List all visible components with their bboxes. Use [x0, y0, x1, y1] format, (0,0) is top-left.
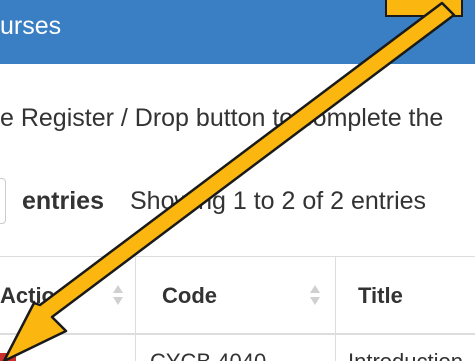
table-cell-title: Introduction [336, 335, 475, 361]
sort-icon [310, 285, 320, 307]
entries-label: entries [22, 187, 104, 215]
page: urses e Register / Drop button to comple… [0, 0, 475, 361]
instructions-text: e Register / Drop button to complete the [0, 104, 444, 132]
entries-length-select[interactable] [0, 178, 6, 224]
column-header-title-label: Title [358, 283, 403, 308]
column-header-title[interactable]: Title [336, 257, 475, 333]
column-header-code[interactable]: Code [136, 257, 336, 333]
column-header-action-label: Action [0, 283, 69, 308]
register-drop-button[interactable] [0, 353, 16, 361]
column-header-action[interactable]: Action [0, 257, 136, 333]
sort-icon [113, 285, 123, 307]
table-info-text: Showing 1 to 2 of 2 entries [130, 187, 427, 215]
column-header-code-label: Code [162, 283, 217, 308]
table-cell-action [0, 335, 136, 361]
panel-title: urses [0, 12, 62, 40]
table-row: CYCB 4040 Introduction [0, 335, 475, 361]
course-code: CYCB 4040 [150, 347, 266, 361]
panel-heading: urses [0, 0, 475, 64]
course-title: Introduction [348, 347, 463, 361]
courses-table: Action Code Title CYCB 4040 Introduction [0, 256, 475, 361]
table-cell-code: CYCB 4040 [136, 335, 336, 361]
